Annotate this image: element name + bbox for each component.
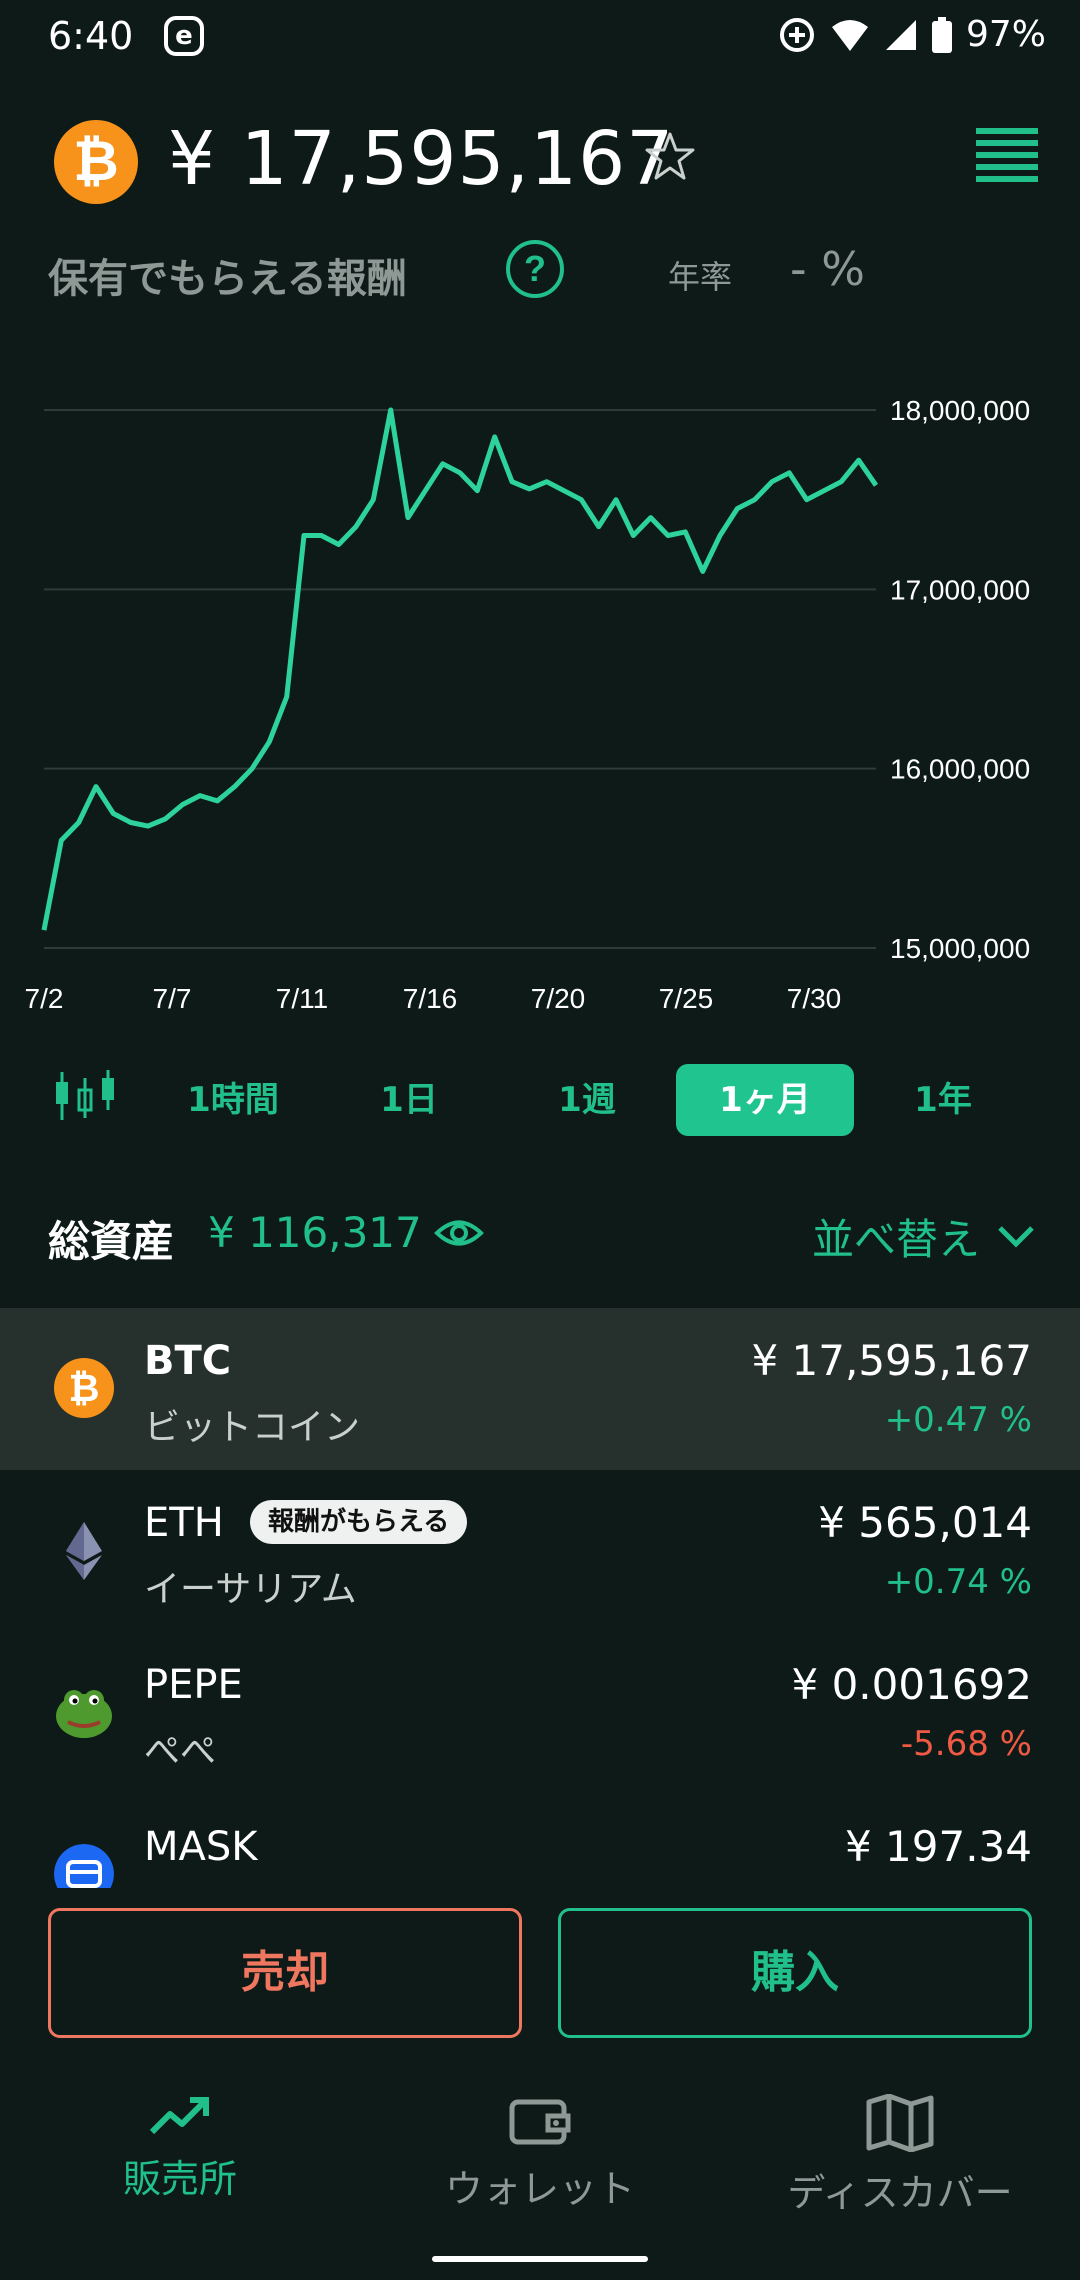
sort-button[interactable]: 並べ替え: [812, 1206, 1036, 1267]
map-icon: [866, 2093, 934, 2153]
asset-symbol: PEPE: [144, 1662, 243, 1708]
nav-discover[interactable]: ディスカバー: [720, 2093, 1080, 2217]
asset-list: ₿ BTC ビットコイン ¥ 17,595,167 +0.47 % ETH 報酬…: [0, 1308, 1080, 1888]
asset-name: ぺぺ: [144, 1731, 217, 1772]
current-price: ¥ 17,595,167: [168, 116, 675, 202]
x-tick-label: 7/25: [659, 983, 714, 1014]
period-1y-button[interactable]: 1年: [854, 1064, 1032, 1136]
star-outline-icon[interactable]: [644, 130, 696, 182]
asset-symbol: ETH: [144, 1500, 224, 1546]
trending-up-icon: [149, 2097, 209, 2135]
asset-change: -5.68 %: [900, 1724, 1032, 1764]
asset-symbol: BTC: [144, 1338, 232, 1384]
asset-price: ¥ 565,014: [818, 1498, 1032, 1547]
buy-button[interactable]: 購入: [558, 1908, 1032, 2038]
asset-price: ¥ 0.001692: [791, 1660, 1032, 1709]
y-tick-label: 17,000,000: [890, 574, 1030, 605]
data-saver-icon: [779, 17, 814, 52]
chevron-down-icon: [998, 1225, 1034, 1248]
coin-header: ₿ ¥ 17,595,167: [0, 110, 1080, 210]
help-icon[interactable]: ?: [504, 238, 566, 300]
total-assets-value: ¥ 116,317: [208, 1208, 422, 1257]
asset-symbol: MASK: [144, 1824, 258, 1870]
price-chart-svg: 18,000,000 17,000,000 16,000,000 15,000,000…: [25, 395, 1031, 1014]
sell-button[interactable]: 売却: [48, 1908, 522, 2038]
status-bar: 6:40 e 97%: [0, 0, 1080, 72]
asset-price: ¥ 17,595,167: [751, 1336, 1032, 1385]
wifi-icon: [831, 19, 868, 51]
asset-price: ¥ 197.34: [844, 1822, 1032, 1871]
rewards-badge: 報酬がもらえる: [250, 1500, 468, 1544]
asset-row-mask[interactable]: MASK ¥ 197.34: [0, 1794, 1080, 1888]
y-tick-label: 18,000,000: [890, 395, 1030, 426]
asset-row-pepe[interactable]: PEPE ぺぺ ¥ 0.001692 -5.68 %: [0, 1632, 1080, 1794]
status-indicators: 97%: [778, 14, 1046, 55]
price-line: [41, 407, 879, 931]
nav-exchange[interactable]: 販売所: [0, 2094, 360, 2203]
nav-wallet[interactable]: ウォレット: [360, 2094, 720, 2213]
period-1m-button[interactable]: 1ヶ月: [676, 1064, 854, 1136]
asset-change: +0.74 %: [884, 1562, 1032, 1602]
total-assets-label: 総資産: [48, 1217, 175, 1266]
x-tick-label: 7/2: [25, 983, 64, 1014]
period-1w-button[interactable]: 1週: [498, 1064, 676, 1136]
y-tick-label: 15,000,000: [890, 933, 1030, 964]
eye-icon[interactable]: [434, 1208, 484, 1258]
list-menu-icon[interactable]: [976, 126, 1038, 184]
bitcoin-icon: ₿: [54, 1358, 114, 1418]
ethereum-icon: [66, 1522, 102, 1580]
asset-row-eth[interactable]: ETH 報酬がもらえる イーサリアム ¥ 565,014 +0.74 %: [0, 1470, 1080, 1632]
period-1h-button[interactable]: 1時間: [144, 1064, 322, 1136]
x-tick-label: 7/16: [403, 983, 458, 1014]
signal-icon: [885, 19, 916, 50]
sort-label: 並べ替え: [811, 1215, 980, 1264]
x-tick-label: 7/20: [531, 983, 586, 1014]
wallet-icon: [509, 2099, 571, 2145]
mask-network-icon: [54, 1844, 114, 1888]
x-tick-label: 7/11: [276, 983, 328, 1014]
bitcoin-icon: ₿: [54, 120, 138, 204]
x-tick-label: 7/7: [153, 983, 192, 1014]
annual-rate-value: - %: [790, 242, 865, 296]
home-indicator[interactable]: [432, 2256, 648, 2262]
annual-rate-label: 年率: [668, 258, 733, 296]
candlestick-icon[interactable]: [54, 1070, 116, 1122]
x-tick-label: 7/30: [787, 983, 842, 1014]
total-assets-row: 総資産 ¥ 116,317 並べ替え: [0, 1200, 1080, 1270]
asset-name: ビットコイン: [144, 1407, 361, 1448]
battery-percent: 97%: [965, 14, 1046, 55]
asset-change: +0.47 %: [884, 1400, 1032, 1440]
period-1d-button[interactable]: 1日: [320, 1064, 498, 1136]
period-selector: 1時間 1日 1週 1ヶ月 1年: [0, 1056, 1080, 1136]
status-time: 6:40: [48, 14, 134, 58]
asset-name: イーサリアム: [144, 1569, 357, 1610]
asset-row-btc[interactable]: ₿ BTC ビットコイン ¥ 17,595,167 +0.47 %: [0, 1308, 1080, 1470]
svg-text:?: ?: [524, 248, 546, 289]
bottom-navigation: 販売所 ウォレット ディスカバー: [0, 2060, 1080, 2230]
trade-actions: 売却 購入: [0, 1906, 1080, 2040]
pepe-frog-icon: [56, 1690, 112, 1738]
y-tick-label: 16,000,000: [890, 754, 1030, 785]
nav-label: ウォレット: [444, 2167, 635, 2211]
price-chart[interactable]: 18,000,000 17,000,000 16,000,000 15,000,000…: [0, 370, 1080, 1030]
app-notification-icon: e: [164, 16, 204, 56]
battery-icon: [931, 16, 952, 53]
staking-rewards-row: 保有でもらえる報酬 ? 年率 - %: [48, 238, 1048, 308]
nav-label: ディスカバー: [787, 2171, 1013, 2215]
rewards-label: 保有でもらえる報酬: [48, 256, 407, 302]
nav-label: 販売所: [122, 2157, 237, 2201]
